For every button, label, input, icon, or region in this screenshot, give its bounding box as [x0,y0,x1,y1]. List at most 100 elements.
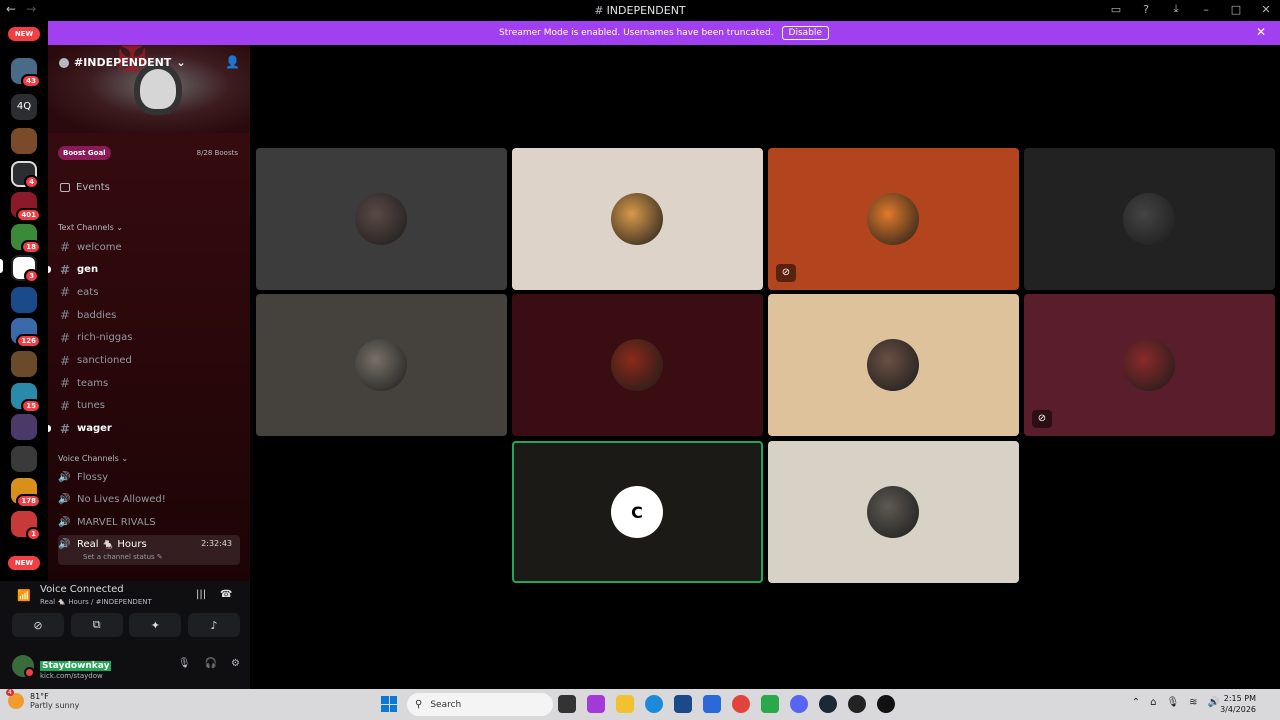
events-link[interactable]: Events [60,182,110,193]
server-icon[interactable] [11,414,37,440]
server-icon[interactable]: 15 [11,383,41,413]
voice-channel-active[interactable]: 🔊 Real 🐁 Hours 2:32:43 Set a channel sta… [58,535,240,565]
text-channel[interactable]: # teams [58,373,240,393]
participant-tile[interactable]: ⊘ [1024,294,1275,436]
invite-people-icon[interactable]: 👤 [225,55,240,69]
participant-tile[interactable]: C [512,441,763,583]
unread-indicator [48,425,51,433]
app-icon[interactable] [761,695,779,713]
text-channels-category[interactable]: Text Channels ⌄ [58,223,123,232]
server-name-header[interactable]: #INDEPENDENT ⌄ [59,56,186,69]
maximize-button[interactable]: □ [1230,3,1242,16]
chevron-up-icon[interactable]: ⌃ [1132,697,1140,708]
wifi-icon[interactable]: ≋ [1189,697,1197,708]
hash-icon: # [59,262,71,277]
voice-channels-category[interactable]: Voice Channels ⌄ [58,454,128,463]
server-icon[interactable]: 18 [11,224,41,254]
mention-badge: 3 [24,269,39,283]
download-icon[interactable]: ⤓ [1170,2,1182,16]
participant-tile[interactable]: ⊘ [768,148,1019,290]
obs-icon[interactable] [848,695,866,713]
window-title: # INDEPENDENT [0,4,1280,17]
disconnect-icon[interactable]: ☎ [220,589,232,600]
noise-suppression-icon[interactable]: ||| [196,589,206,600]
voice-channel[interactable]: 🔊 Flossy [58,467,240,487]
gear-icon[interactable]: ⚙ [231,658,240,669]
participant-tile[interactable] [256,148,507,290]
help-icon[interactable]: ? [1140,3,1152,16]
participant-tile[interactable] [768,441,1019,583]
voice-connected-subtitle[interactable]: Real 🐁 Hours / #INDEPENDENT [40,598,152,606]
voice-channel[interactable]: 🔊 No Lives Allowed! [58,490,240,510]
server-icon[interactable] [11,351,37,377]
discord-icon[interactable] [790,695,808,713]
server-icon[interactable] [11,446,37,472]
outlook-icon[interactable] [703,695,721,713]
copilot-icon[interactable] [587,695,605,713]
mic-tray-icon[interactable]: 🎙 [1166,697,1179,708]
volume-icon[interactable]: 🔊 [1208,697,1220,708]
taskbar-search[interactable]: ⚲ Search [407,693,553,716]
new-servers-badge[interactable]: NEW [8,556,40,570]
participant-tile[interactable] [256,294,507,436]
soundboard-button[interactable]: ♪ [187,613,240,637]
file-explorer-icon[interactable] [616,695,634,713]
hash-icon: # [59,376,71,391]
signal-icon[interactable]: 📶 [17,589,31,602]
participant-tile[interactable] [768,294,1019,436]
new-servers-badge[interactable]: NEW [8,27,40,41]
text-channel[interactable]: # rich-niggas [58,328,240,348]
server-icon[interactable]: 3 [11,255,39,283]
weather-condition: Partly sunny [30,701,80,710]
channel-name: Flossy [77,471,108,483]
weather-widget[interactable]: 4 81°F Partly sunny [6,689,80,710]
server-icon[interactable]: 1 [11,511,41,541]
voice-connected-title[interactable]: Voice Connected [40,584,124,595]
participant-tile[interactable] [1024,148,1275,290]
server-icon[interactable]: 4Q [11,94,37,120]
avatar[interactable] [12,655,35,678]
store-icon[interactable] [674,695,692,713]
chrome-icon[interactable] [732,695,750,713]
minimize-button[interactable]: – [1200,3,1212,16]
clock[interactable]: 2:15 PM 3/4/2026 [1220,693,1256,715]
text-channel[interactable]: # tunes [58,396,240,416]
participant-tile[interactable] [512,148,763,290]
text-channel[interactable]: # wager [48,419,240,439]
inbox-icon[interactable]: ▭ [1110,3,1122,16]
participant-tile[interactable] [512,294,763,436]
voice-channel[interactable]: 🔊 MARVEL RIVALS [58,512,240,532]
hash-icon: # [59,240,71,254]
server-icon[interactable] [11,287,37,313]
channel-name: MARVEL RIVALS [77,516,156,528]
text-channel[interactable]: # gen [48,260,240,280]
server-icon[interactable]: 43 [11,58,41,88]
steam-icon[interactable] [819,695,837,713]
text-channel[interactable]: # baddies [58,305,240,325]
camera-off-button[interactable]: ⊘ [12,613,64,637]
server-icon[interactable]: 401 [11,192,41,222]
server-icon[interactable]: 126 [11,318,41,348]
server-icon[interactable]: 4 [11,161,39,189]
microphone-icon[interactable]: 🎙 [178,658,191,669]
network-icon[interactable]: ⌂ [1150,697,1156,708]
app-icon[interactable] [877,695,895,713]
text-channel[interactable]: # sanctioned [58,351,240,371]
close-window-button[interactable]: ✕ [1260,3,1272,16]
disable-button[interactable]: Disable [781,26,829,40]
search-icon: ⚲ [415,699,423,710]
text-channel[interactable]: # welcome [58,237,240,257]
text-channel[interactable]: # eats [58,282,240,302]
boost-count: 8/28 Boosts [196,149,238,157]
task-view-icon[interactable] [558,695,576,713]
server-icon[interactable] [11,128,37,154]
server-icon[interactable]: 178 [11,478,41,508]
edge-icon[interactable] [645,695,663,713]
windows-start-icon[interactable] [381,696,397,712]
boost-goal-bar[interactable]: Boost Goal 8/28 Boosts [58,146,238,160]
channel-status[interactable]: Set a channel status ✎ [83,553,163,561]
close-icon[interactable]: ✕ [1256,25,1266,39]
headphones-icon[interactable]: 🎧 [205,658,217,669]
activities-button[interactable]: ✦ [129,613,182,637]
screen-share-button[interactable]: ⧉ [70,613,123,637]
